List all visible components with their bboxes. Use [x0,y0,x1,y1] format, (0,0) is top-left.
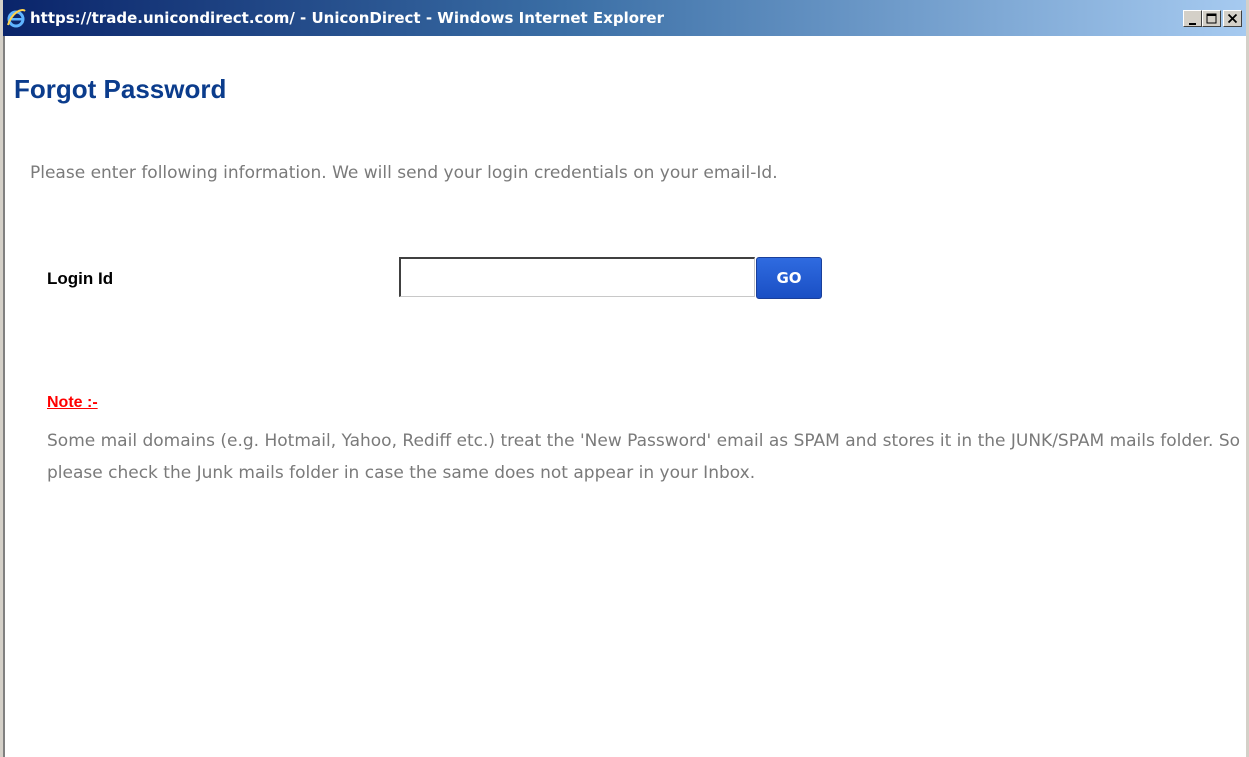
note-heading: Note :- [47,394,98,411]
page-title: Forgot Password [14,74,227,104]
internet-explorer-icon [5,7,27,29]
browser-window: https://trade.unicondirect.com/ - Unicon… [0,0,1249,757]
page-content: Forgot Password Please enter following i… [3,36,1246,757]
instructions-text: Please enter following information. We w… [30,163,778,183]
title-bar[interactable]: https://trade.unicondirect.com/ - Unicon… [3,0,1246,36]
close-icon[interactable] [1223,9,1242,27]
maximize-icon[interactable] [1202,9,1221,27]
login-id-input[interactable] [399,257,755,297]
login-id-label: Login Id [47,269,114,288]
window-title: https://trade.unicondirect.com/ - Unicon… [30,9,665,27]
minimize-icon[interactable] [1183,9,1202,27]
note-text: Some mail domains (e.g. Hotmail, Yahoo, … [47,431,1241,483]
window-controls [1183,9,1242,27]
go-button[interactable]: GO [756,257,822,299]
